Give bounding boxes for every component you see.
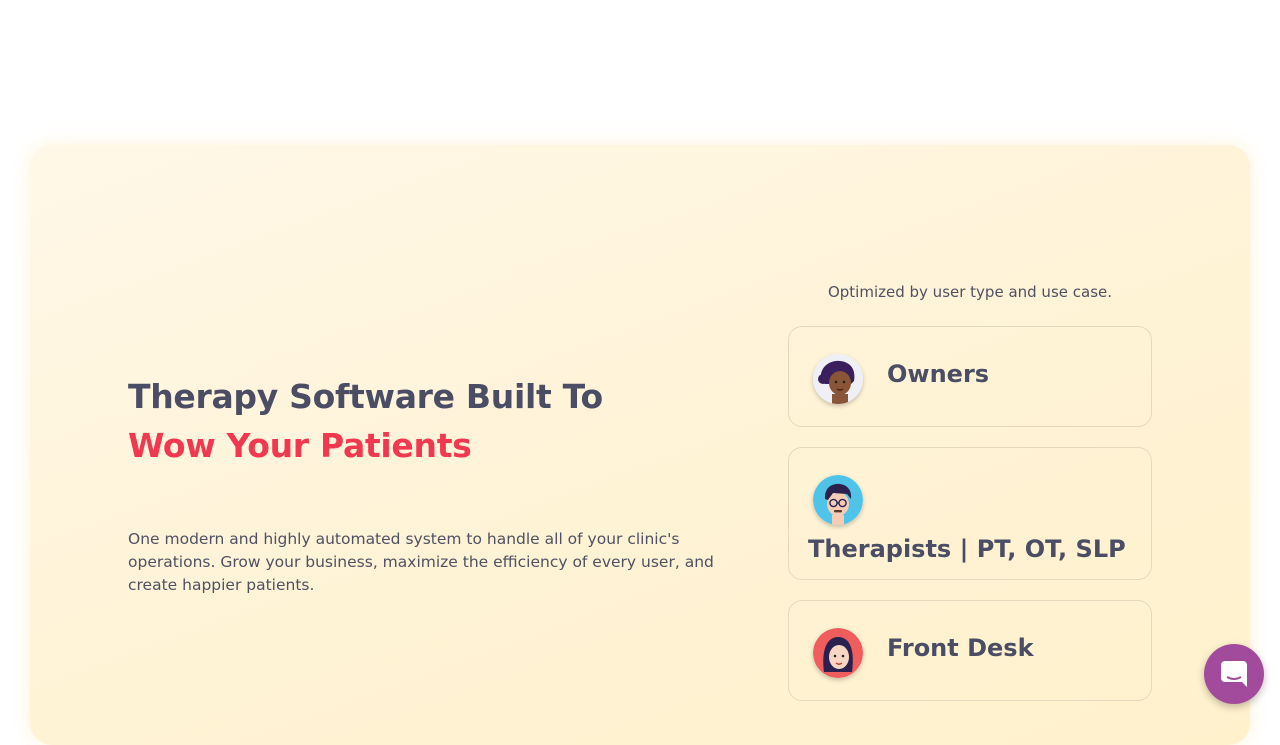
headline-line-2: Wow Your Patients (128, 426, 472, 465)
therapist-avatar-icon (813, 475, 863, 525)
hero-description: One modern and highly automated system t… (128, 530, 714, 594)
chat-launcher-button[interactable] (1204, 644, 1264, 704)
user-type-label-owners: Owners (887, 360, 990, 388)
headline-line-1: Therapy Software Built To (128, 377, 603, 416)
user-type-card-front-desk[interactable]: Front Desk (788, 600, 1152, 701)
user-type-label-therapists: Therapists | PT, OT, SLP (808, 535, 1126, 563)
user-type-card-therapists[interactable]: Therapists | PT, OT, SLP (788, 447, 1152, 580)
page-title: Therapy Software Built To Wow Your Patie… (128, 372, 603, 470)
user-type-card-owners[interactable]: Owners (788, 326, 1152, 427)
chat-bubble-icon (1221, 661, 1247, 687)
user-type-caption: Optimized by user type and use case. (827, 283, 1113, 301)
owner-avatar-icon (813, 354, 863, 404)
front-desk-avatar-icon (813, 628, 863, 678)
user-type-label-front-desk: Front Desk (887, 634, 1034, 662)
